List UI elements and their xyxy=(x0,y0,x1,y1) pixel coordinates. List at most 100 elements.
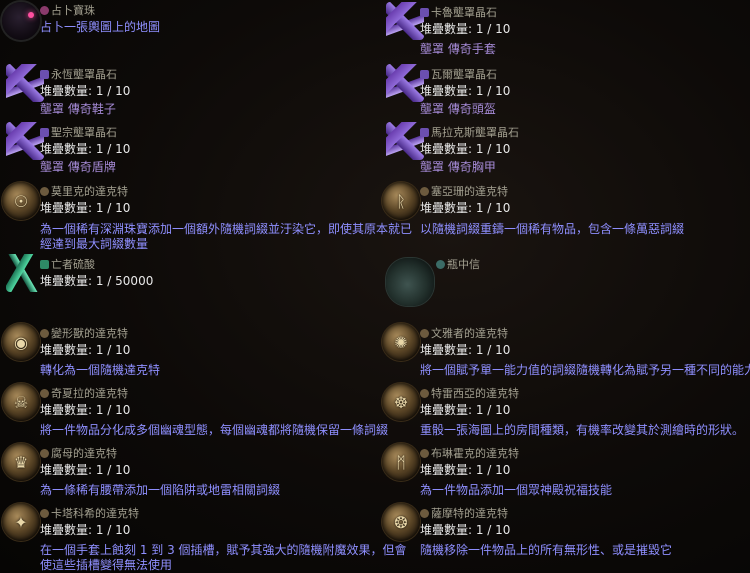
ducat-coin-icon: ᛗ xyxy=(382,443,420,481)
ducat-mini-icon xyxy=(420,329,429,338)
item-veiled-target: 壟罩 傳奇胸甲 xyxy=(420,160,496,174)
item-description: 為一件物品添加一個眾神殿祝福技能 xyxy=(420,483,613,497)
item-stack-size: 堆疊數量: 1 / 10 xyxy=(420,343,511,357)
item-stack-size: 堆疊數量: 1 / 10 xyxy=(40,463,131,477)
item-description: 將一個賦予單一能力值的詞綴隨機轉化為賦予另一種不同的能力值 xyxy=(420,363,750,377)
item-kishara-ducat[interactable]: ☠ 奇夏拉的達克特 堆疊數量: 1 / 10 將一件物品分化成多個幽魂型態，每個… xyxy=(0,381,388,439)
item-stack-size: 堆疊數量: 1 / 50000 xyxy=(40,274,154,288)
ducat-mini-icon xyxy=(420,389,429,398)
item-stack-size: 堆疊數量: 1 / 10 xyxy=(40,201,131,215)
item-name: 卡塔科希的達克特 xyxy=(51,507,139,520)
item-name: 塞亞珊的達克特 xyxy=(431,185,508,198)
item-name: 亡者硫酸 xyxy=(51,258,95,271)
crystal-mini-icon xyxy=(40,128,49,137)
item-description: 轉化為一個隨機達克特 xyxy=(40,363,161,377)
item-brinerot-ducat[interactable]: ᛗ 布琳霍克的達克特 堆疊數量: 1 / 10 為一件物品添加一個眾神殿祝福技能 xyxy=(380,441,750,499)
crystal-mini-icon xyxy=(420,8,429,17)
ducat-mini-icon xyxy=(40,389,49,398)
item-stack-size: 堆疊數量: 1 / 10 xyxy=(420,523,511,537)
acid-icon xyxy=(6,254,44,292)
item-name: 占卜寶珠 xyxy=(51,4,95,17)
ducat-mini-icon xyxy=(420,509,429,518)
item-karui-veiled-crystal[interactable]: 卡魯壟罩晶石 堆疊數量: 1 / 10 壟罩 傳奇手套 xyxy=(380,0,750,60)
item-veiled-target: 壟罩 傳奇盾牌 xyxy=(40,160,116,174)
item-name: 文雅者的達克特 xyxy=(431,327,508,340)
acid-mini-icon xyxy=(40,260,49,269)
item-message-in-bottle[interactable]: 瓶中信 xyxy=(380,252,750,318)
orb-mini-icon xyxy=(40,6,49,15)
currency-item-list: 占卜寶珠 占卜一張輿圖上的地圖 卡魯壟罩晶石 堆疊數量: 1 / 10 壟罩 傳… xyxy=(0,0,750,573)
item-divination-orb[interactable]: 占卜寶珠 占卜一張輿圖上的地圖 xyxy=(0,0,375,60)
item-description-line2: 經達到最大詞綴數量 xyxy=(40,237,149,251)
item-vaal-veiled-crystal[interactable]: 瓦爾壟罩晶石 堆疊數量: 1 / 10 壟罩 傳奇頭盔 xyxy=(380,62,750,118)
item-katakoshi-ducat[interactable]: ✦ 卡塔科希的達克特 堆疊數量: 1 / 10 在一個手套上蝕刻 1 到 3 個… xyxy=(0,501,407,573)
ducat-mini-icon xyxy=(40,187,49,196)
item-name: 馬拉克斯壟罩晶石 xyxy=(431,126,519,139)
ducat-coin-icon: ᚱ xyxy=(382,182,420,220)
item-name: 奇夏拉的達克特 xyxy=(51,387,128,400)
item-stack-size: 堆疊數量: 1 / 10 xyxy=(40,343,131,357)
item-veiled-target: 壟罩 傳奇頭盔 xyxy=(420,102,496,116)
ducat-coin-icon: ✦ xyxy=(2,503,40,541)
item-stack-size: 堆疊數量: 1 / 10 xyxy=(420,142,511,156)
item-description: 將一件物品分化成多個幽魂型態，每個幽魂都將隨機保留一條詞綴 xyxy=(40,423,389,437)
item-stack-size: 堆疊數量: 1 / 10 xyxy=(40,523,131,537)
item-stack-size: 堆疊數量: 1 / 10 xyxy=(420,201,511,215)
item-maraketh-veiled-crystal[interactable]: 馬拉克斯壟罩晶石 堆疊數量: 1 / 10 壟罩 傳奇胸甲 xyxy=(380,120,750,178)
ducat-coin-icon: ❂ xyxy=(382,503,420,541)
item-description-line2: 使這些插槽變得無法使用 xyxy=(40,558,173,572)
bottle-icon xyxy=(386,258,434,306)
item-shapeshifter-ducat[interactable]: ◉ 變形獸的達克特 堆疊數量: 1 / 10 轉化為一個隨機達克特 xyxy=(0,321,375,379)
bottle-mini-icon xyxy=(436,260,445,269)
item-description: 占卜一張輿圖上的地圖 xyxy=(40,20,161,34)
crystal-icon xyxy=(386,64,424,102)
ducat-mini-icon xyxy=(420,449,429,458)
crystal-icon xyxy=(386,122,424,160)
item-name: 瓶中信 xyxy=(447,258,480,271)
item-stack-size: 堆疊數量: 1 / 10 xyxy=(40,142,131,156)
item-dead-man-acid[interactable]: 亡者硫酸 堆疊數量: 1 / 50000 xyxy=(0,252,375,318)
crystal-icon xyxy=(6,122,44,160)
crystal-mini-icon xyxy=(40,70,49,79)
item-stack-size: 堆疊數量: 1 / 10 xyxy=(40,403,131,417)
item-stack-size: 堆疊數量: 1 / 10 xyxy=(420,463,511,477)
item-name: 變形獸的達克特 xyxy=(51,327,128,340)
ducat-coin-icon: ◉ xyxy=(2,323,40,361)
item-eternal-veiled-crystal[interactable]: 永恆壟罩晶石 堆疊數量: 1 / 10 壟罩 傳奇鞋子 xyxy=(0,62,375,118)
item-stack-size: 堆疊數量: 1 / 10 xyxy=(420,403,511,417)
item-name: 腐母的達克特 xyxy=(51,447,117,460)
ducat-coin-icon: ♛ xyxy=(2,443,40,481)
ducat-mini-icon xyxy=(40,449,49,458)
item-seyashan-ducat[interactable]: ᚱ 塞亞珊的達克特 堆疊數量: 1 / 10 以隨機詞綴重鑄一個稀有物品，包含一… xyxy=(380,180,750,250)
item-name: 聖宗壟罩晶石 xyxy=(51,126,117,139)
item-stack-size: 堆疊數量: 1 / 10 xyxy=(420,22,511,36)
item-name: 布琳霍克的達克特 xyxy=(431,447,519,460)
ducat-mini-icon xyxy=(420,187,429,196)
item-name: 瓦爾壟罩晶石 xyxy=(431,68,497,81)
crystal-icon xyxy=(6,64,44,102)
crystal-mini-icon xyxy=(420,70,429,79)
item-veiled-target: 壟罩 傳奇手套 xyxy=(420,42,496,56)
item-name: 永恆壟罩晶石 xyxy=(51,68,117,81)
item-samot-ducat[interactable]: ❂ 薩摩特的達克特 堆疊數量: 1 / 10 隨機移除一件物品上的所有無形性、或… xyxy=(380,501,750,573)
ducat-mini-icon xyxy=(40,329,49,338)
ducat-mini-icon xyxy=(40,509,49,518)
ducat-coin-icon: ☸ xyxy=(382,383,420,421)
ducat-coin-icon: ☠ xyxy=(2,383,40,421)
item-tresia-ducat[interactable]: ☸ 特雷西亞的達克特 堆疊數量: 1 / 10 重骰一張海圖上的房間種類，有機率… xyxy=(380,381,750,439)
item-name: 特雷西亞的達克特 xyxy=(431,387,519,400)
item-name: 薩摩特的達克特 xyxy=(431,507,508,520)
item-templar-veiled-crystal[interactable]: 聖宗壟罩晶石 堆疊數量: 1 / 10 壟罩 傳奇盾牌 xyxy=(0,120,375,178)
ducat-coin-icon: ☉ xyxy=(2,182,40,220)
crystal-icon xyxy=(386,2,424,40)
item-description: 為一條稀有腰帶添加一個陷阱或地雷相關詞綴 xyxy=(40,483,281,497)
item-refined-ducat[interactable]: ✺ 文雅者的達克特 堆疊數量: 1 / 10 將一個賦予單一能力值的詞綴隨機轉化… xyxy=(380,321,750,379)
item-morrigan-ducat[interactable]: ☉ 莫里克的達克特 堆疊數量: 1 / 10 為一個稀有深淵珠寶添加一個額外隨機… xyxy=(0,180,412,251)
item-name: 卡魯壟罩晶石 xyxy=(431,6,497,19)
item-veiled-target: 壟罩 傳奇鞋子 xyxy=(40,102,116,116)
item-stack-size: 堆疊數量: 1 / 10 xyxy=(40,84,131,98)
item-name: 莫里克的達克特 xyxy=(51,185,128,198)
crystal-mini-icon xyxy=(420,128,429,137)
item-rot-mother-ducat[interactable]: ♛ 腐母的達克特 堆疊數量: 1 / 10 為一條稀有腰帶添加一個陷阱或地雷相關… xyxy=(0,441,375,499)
item-description: 隨機移除一件物品上的所有無形性、或是摧毀它 xyxy=(420,543,673,557)
